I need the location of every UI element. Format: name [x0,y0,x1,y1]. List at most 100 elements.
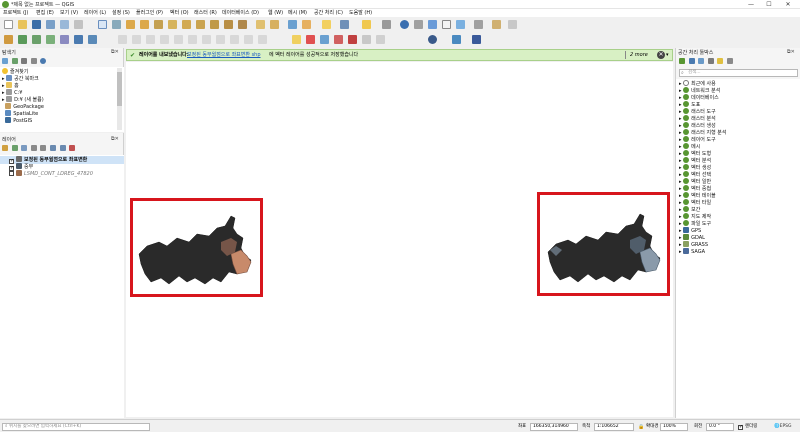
processing-toolbox-icon[interactable] [428,20,437,29]
refresh-icon[interactable] [11,58,18,64]
properties-icon[interactable] [40,58,47,64]
menu-processing[interactable]: 공간 처리 (C) [314,9,343,17]
panel-float-close-icon[interactable]: ⧉✕ [111,49,119,55]
save-project-icon[interactable] [32,20,41,29]
zoom-out-icon[interactable] [140,20,149,29]
new-project-icon[interactable] [4,20,13,29]
filter-icon[interactable] [21,58,28,64]
current-edits-icon[interactable] [118,35,127,44]
panel-float-close-icon[interactable]: ⧉✕ [111,136,119,142]
pan-to-selection-icon[interactable] [112,20,121,29]
vertex-tool-icon[interactable] [174,35,183,44]
maximize-button[interactable]: ☐ [762,0,776,9]
edit-in-place-icon[interactable] [717,58,724,64]
add-csv-icon[interactable] [46,35,55,44]
python-console-icon[interactable] [452,35,461,44]
toolbox-item[interactable]: ▸ SAGA [679,248,705,256]
render-toggle[interactable]: ✓ 렌더링 [738,423,757,431]
plugin-icon[interactable] [472,35,481,44]
add-raster-icon[interactable] [32,35,41,44]
toolbox-settings-icon[interactable] [726,58,733,64]
expand-all-icon[interactable] [49,145,56,151]
lock-scale-icon[interactable]: 🔒 [638,423,644,431]
zoom-selection-icon[interactable] [182,20,191,29]
copy-features-icon[interactable] [216,35,225,44]
locator-search-input[interactable]: ⌕ 위치를 찾으려면 입력하세요 (Ctrl+K) [2,423,150,431]
add-wms-icon[interactable] [74,35,83,44]
toolbox-search-input[interactable]: ⌕ 검색... [679,69,798,77]
zoom-in-icon[interactable] [126,20,135,29]
crs-button[interactable]: 🌐EPSG [774,423,792,431]
zoom-full-icon[interactable] [168,20,177,29]
scale-field[interactable]: 1:106652 [594,423,634,431]
menu-settings[interactable]: 설정 (S) [112,9,130,17]
browser-scrollbar[interactable] [117,68,122,130]
label-tool-icon[interactable] [292,35,301,44]
menu-mesh[interactable]: 메시 (M) [288,9,307,17]
paste-features-icon[interactable] [230,35,239,44]
annotation-icon[interactable] [492,20,501,29]
message-close-icon[interactable]: ✕ [657,51,665,59]
statistics-icon[interactable] [442,20,451,29]
close-button[interactable]: ✕ [781,0,795,9]
new-map-view-icon[interactable] [256,20,265,29]
settings-gear-icon[interactable] [508,20,517,29]
digitize-icon[interactable] [160,35,169,44]
temporal-icon[interactable] [270,20,279,29]
zoom-next-icon[interactable] [238,20,247,29]
menu-layer[interactable]: 레이어 (L) [84,9,106,17]
select-features-icon[interactable] [322,20,331,29]
label-highlight-icon[interactable] [306,35,315,44]
menu-database[interactable]: 데이터베이스 (D) [222,9,259,17]
layer-visibility-checkbox[interactable] [9,171,14,176]
show-hide-labels-icon[interactable] [334,35,343,44]
history-icon[interactable] [698,58,705,64]
remove-layer-icon[interactable] [69,145,76,151]
measure-icon[interactable] [474,20,483,29]
scripts-icon[interactable] [688,58,695,64]
select-by-value-icon[interactable] [340,20,349,29]
layer-row[interactable]: LSMD_CONT_LDREG_47820 [0,170,93,178]
cut-features-icon[interactable] [202,35,211,44]
menu-project[interactable]: 프로젝트 (J) [3,9,28,17]
pin-labels-icon[interactable] [320,35,329,44]
refresh-icon[interactable] [288,20,297,29]
models-icon[interactable] [679,58,685,64]
open-project-icon[interactable] [18,20,27,29]
redo-icon[interactable] [258,35,267,44]
menu-raster[interactable]: 래스터 (R) [194,9,217,17]
save-as-icon[interactable] [46,20,55,29]
delete-selected-icon[interactable] [188,35,197,44]
deselect-icon[interactable] [362,20,371,29]
message-dropdown-icon[interactable]: ▾ [666,51,669,59]
collapse-all-icon[interactable] [59,145,66,151]
identify-icon[interactable] [400,20,409,29]
browser-item-postgis[interactable]: PostGIS [2,117,32,125]
menu-help[interactable]: 도움말 (H) [349,9,372,17]
add-group-icon[interactable] [11,145,18,151]
message-link[interactable]: 보정된 동부웜점으로 좌표변환 shp [187,52,261,59]
collapse-all-icon[interactable] [30,58,37,64]
coordinate-field[interactable]: 166350,314960 [530,423,578,431]
pan-icon[interactable] [98,20,107,29]
map-tips-icon[interactable] [456,20,465,29]
add-postgis-icon[interactable] [60,35,69,44]
globe-icon[interactable] [428,35,437,44]
open-attribute-table-icon[interactable] [382,20,391,29]
zoom-rubber-icon[interactable] [154,20,163,29]
attribute-table-icon[interactable] [414,20,423,29]
menu-plugins[interactable]: 플러그인 (P) [136,9,163,17]
style-icon[interactable] [2,145,8,151]
new-print-layout-icon[interactable] [60,20,69,29]
rotation-field[interactable]: 0.0 ° [706,423,734,431]
add-wfs-icon[interactable] [88,35,97,44]
save-edits-icon[interactable] [146,35,155,44]
filter-legend-icon[interactable] [30,145,37,151]
map-canvas[interactable] [126,62,673,417]
menu-web[interactable]: 웹 (W) [268,9,283,17]
add-vector-icon[interactable] [18,35,27,44]
toggle-editing-icon[interactable] [132,35,141,44]
message-more-button[interactable]: 2 more [625,51,648,59]
menu-edit[interactable]: 편집 (E) [36,9,54,17]
data-source-manager-icon[interactable] [4,35,13,44]
